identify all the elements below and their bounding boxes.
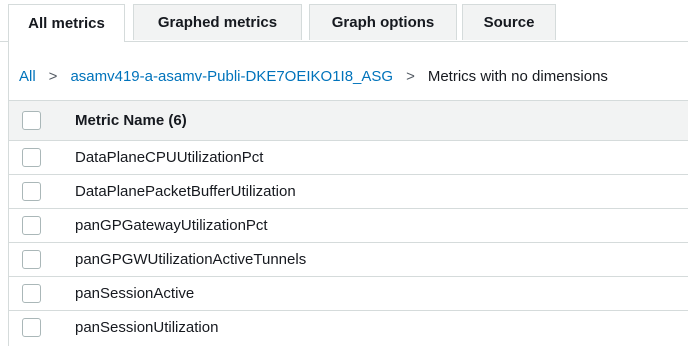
cloudwatch-metrics-browser: All metrics Graphed metrics Graph option… bbox=[0, 0, 688, 346]
table-header-row: Metric Name (6) bbox=[9, 100, 688, 140]
tab-source[interactable]: Source bbox=[462, 4, 556, 40]
breadcrumb: All > asamv419-a-asamv-Publi-DKE7OEIKO1I… bbox=[19, 65, 608, 87]
table-row[interactable]: DataPlanePacketBufferUtilization bbox=[9, 174, 688, 208]
row-checkbox[interactable] bbox=[22, 284, 41, 303]
tab-all-metrics[interactable]: All metrics bbox=[8, 4, 125, 43]
row-checkbox[interactable] bbox=[22, 318, 41, 337]
row-checkbox[interactable] bbox=[22, 250, 41, 269]
table-row[interactable]: panGPGWUtilizationActiveTunnels bbox=[9, 242, 688, 276]
metric-name: panGPGatewayUtilizationPct bbox=[75, 217, 268, 234]
tab-graphed-metrics[interactable]: Graphed metrics bbox=[133, 4, 302, 40]
metric-name: panGPGWUtilizationActiveTunnels bbox=[75, 251, 307, 268]
breadcrumb-current: Metrics with no dimensions bbox=[427, 67, 608, 85]
table-row[interactable]: panSessionUtilization bbox=[9, 310, 688, 344]
table-row[interactable]: panSessionActive bbox=[9, 276, 688, 310]
metric-name: panSessionActive bbox=[75, 285, 195, 302]
metric-name: DataPlaneCPUUtilizationPct bbox=[75, 149, 264, 166]
breadcrumb-separator: > bbox=[48, 67, 58, 85]
tab-graph-options[interactable]: Graph options bbox=[309, 4, 457, 40]
column-header-metric-name[interactable]: Metric Name (6) bbox=[75, 112, 187, 129]
table-row[interactable]: DataPlaneCPUUtilizationPct bbox=[9, 140, 688, 174]
row-checkbox[interactable] bbox=[22, 216, 41, 235]
tab-bar: All metrics Graphed metrics Graph option… bbox=[0, 0, 688, 43]
breadcrumb-separator: > bbox=[406, 67, 415, 85]
tab-label: Graphed metrics bbox=[157, 14, 278, 31]
metrics-table: Metric Name (6) DataPlaneCPUUtilizationP… bbox=[9, 100, 688, 344]
metrics-panel: All > asamv419-a-asamv-Publi-DKE7OEIKO1I… bbox=[8, 42, 688, 346]
tab-label: Source bbox=[483, 14, 535, 31]
row-checkbox[interactable] bbox=[22, 148, 41, 167]
table-row[interactable]: panGPGatewayUtilizationPct bbox=[9, 208, 688, 242]
metric-name: panSessionUtilization bbox=[75, 319, 219, 336]
metric-name: DataPlanePacketBufferUtilization bbox=[75, 183, 296, 200]
tab-label: Graph options bbox=[331, 14, 435, 31]
breadcrumb-all-link[interactable]: All bbox=[19, 68, 36, 85]
select-all-checkbox[interactable] bbox=[22, 111, 41, 130]
row-checkbox[interactable] bbox=[22, 182, 41, 201]
tab-label: All metrics bbox=[28, 15, 105, 32]
breadcrumb-namespace-link[interactable]: asamv419-a-asamv-Publi-DKE7OEIKO1I8_ASG bbox=[70, 68, 393, 85]
